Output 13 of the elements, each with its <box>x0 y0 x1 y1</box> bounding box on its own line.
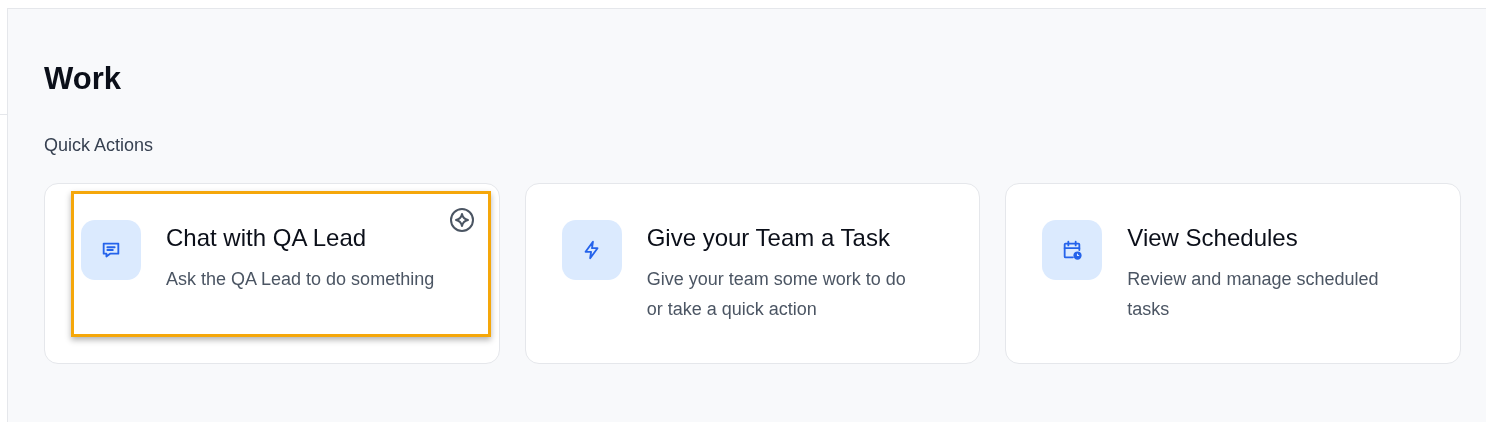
action-card[interactable]: View Schedules Review and manage scheduled tasks <box>1005 183 1461 364</box>
action-title: Give your Team a Task <box>646 223 891 253</box>
action-card[interactable]: Give your Team a Task Give your team some work to do or take a quick action <box>524 183 981 364</box>
page-title: Work <box>44 60 121 98</box>
action-description: Review and manage scheduled tasks <box>1127 268 1380 321</box>
action-title: View Schedules <box>1127 223 1299 253</box>
action-description: Give your team some work to do or take a quick action <box>646 268 907 321</box>
calendar-clock-icon <box>1061 239 1084 261</box>
action-description: Ask the QA Lead to do something <box>166 268 435 291</box>
sparkle-icon[interactable] <box>448 207 475 233</box>
section-title: Quick Actions <box>44 134 154 157</box>
action-title: Chat with QA Lead <box>166 223 368 253</box>
action-card[interactable]: Chat with QA Lead Ask the QA Lead to do something <box>44 183 500 364</box>
